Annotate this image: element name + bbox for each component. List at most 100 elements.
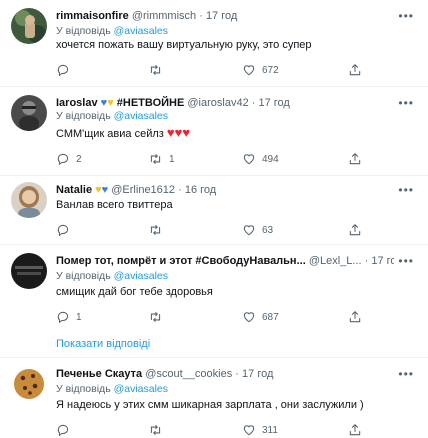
- avatar[interactable]: [11, 182, 47, 218]
- tweet-text: СММ'щик авиа сейлз: [56, 128, 164, 140]
- heart-emoji: ♥♥♥: [166, 125, 191, 140]
- show-replies-link[interactable]: Показати відповіді: [56, 337, 150, 351]
- share-icon: [348, 63, 362, 77]
- reply-to-handle[interactable]: @aviasales: [114, 110, 168, 122]
- like-button[interactable]: 494: [242, 151, 279, 167]
- avatar[interactable]: [11, 366, 47, 402]
- like-button[interactable]: 63: [242, 222, 273, 238]
- reply-context: У відповідь @aviasales: [56, 110, 169, 122]
- reply-to-handle[interactable]: @aviasales: [114, 270, 168, 282]
- like-icon: [242, 63, 256, 77]
- reply-to-handle[interactable]: @aviasales: [114, 383, 168, 395]
- reply-icon: [56, 63, 70, 77]
- yellow-heart-emoji: ♥: [107, 97, 114, 109]
- timestamp[interactable]: 17 год: [242, 368, 273, 380]
- reply-icon: [56, 223, 70, 237]
- like-icon: [242, 223, 256, 237]
- tweet-text: Я надеюсь у этих смм шикарная зарплата ,…: [56, 399, 364, 411]
- like-icon: [242, 310, 256, 324]
- timestamp[interactable]: 17 год: [258, 97, 289, 109]
- reply-button[interactable]: [56, 222, 76, 238]
- like-icon: [242, 423, 256, 437]
- tweet-actions: 2 1 494: [56, 151, 366, 167]
- more-icon[interactable]: •••: [398, 253, 414, 269]
- reply-context: У відповідь @aviasales: [56, 270, 169, 282]
- avatar[interactable]: [11, 95, 47, 131]
- reply-icon: [56, 423, 70, 437]
- like-icon: [242, 152, 256, 166]
- share-button[interactable]: [348, 222, 362, 238]
- reply-context: У відповідь @aviasales: [56, 25, 169, 37]
- retweet-button[interactable]: 1: [148, 151, 175, 167]
- timestamp[interactable]: 17 год: [371, 255, 394, 267]
- like-button[interactable]: 672: [242, 62, 279, 78]
- reply-context: У відповідь @aviasales: [56, 383, 169, 395]
- reply-icon: [56, 310, 70, 324]
- avatar[interactable]: [11, 253, 47, 289]
- tweet-actions: 311: [56, 422, 366, 438]
- retweet-button[interactable]: [148, 62, 169, 78]
- like-button[interactable]: 687: [242, 309, 279, 325]
- tweet-lexl[interactable]: Помер тот, помрёт и этот #СвободуНавальн…: [0, 245, 428, 355]
- retweet-button[interactable]: [148, 422, 169, 438]
- timestamp[interactable]: 17 год: [206, 10, 237, 22]
- share-icon: [348, 223, 362, 237]
- tweet-iaroslav[interactable]: Iaroslav ♥♥ #НЕТВОЙНЕ @iaroslav42 · 17 г…: [0, 87, 428, 177]
- author-handle[interactable]: @rimmmisch: [132, 10, 196, 22]
- retweet-icon: [148, 423, 163, 437]
- tweet-text: Ванлав всего твиттера: [56, 199, 173, 211]
- like-count: 687: [262, 311, 279, 323]
- retweet-button[interactable]: [148, 222, 169, 238]
- tweet-text: хочется пожать вашу виртуальную руку, эт…: [56, 39, 312, 51]
- reply-button[interactable]: 1: [56, 309, 82, 325]
- reply-to-handle[interactable]: @aviasales: [114, 25, 168, 37]
- tweet-natalie[interactable]: Natalie ♥♥ @Erline1612 · 16 год ••• Ванл…: [0, 176, 428, 246]
- author-name[interactable]: rimmaisonfire: [56, 10, 129, 22]
- reply-button[interactable]: 2: [56, 151, 82, 167]
- share-button[interactable]: [348, 62, 362, 78]
- author-handle[interactable]: @iaroslav42: [187, 97, 248, 109]
- tweet-scout-cookies[interactable]: Печенье Скаута @scout__cookies · 17 год …: [0, 358, 428, 437]
- like-count: 63: [262, 224, 274, 236]
- like-button[interactable]: 311: [242, 422, 278, 438]
- retweet-icon: [148, 223, 163, 237]
- tweet-text-row: СММ'щик авиа сейлз ♥♥♥: [56, 125, 414, 142]
- tweet-actions: 1 687: [56, 309, 366, 325]
- reply-button[interactable]: [56, 62, 76, 78]
- share-icon: [348, 310, 362, 324]
- retweet-count: 1: [169, 153, 175, 165]
- share-button[interactable]: [348, 422, 362, 438]
- reply-count: 1: [76, 311, 82, 323]
- more-icon[interactable]: •••: [398, 366, 414, 382]
- timestamp[interactable]: 16 год: [185, 184, 216, 196]
- author-name[interactable]: Печенье Скаута: [56, 368, 142, 380]
- author-handle[interactable]: @Lexl_L...: [309, 255, 362, 267]
- author-name[interactable]: Natalie: [56, 184, 92, 196]
- like-count: 311: [262, 424, 278, 436]
- reply-icon: [56, 152, 70, 166]
- reply-button[interactable]: [56, 422, 76, 438]
- author-handle[interactable]: @scout__cookies: [145, 368, 232, 380]
- retweet-button[interactable]: [148, 309, 169, 325]
- share-button[interactable]: [348, 151, 362, 167]
- author-name-tag[interactable]: #НЕТВОЙНЕ: [117, 97, 185, 109]
- share-icon: [348, 152, 362, 166]
- tweet-rimmaisonfire[interactable]: rimmaisonfire @rimmmisch · 17 год ••• У …: [0, 0, 428, 86]
- tweet-actions: 63: [56, 222, 366, 238]
- author-handle[interactable]: @Erline1612: [111, 184, 175, 196]
- more-icon[interactable]: •••: [398, 95, 414, 111]
- author-name[interactable]: Помер тот, помрёт и этот #СвободуНавальн…: [56, 255, 306, 267]
- reply-count: 2: [76, 153, 82, 165]
- like-count: 494: [262, 153, 279, 165]
- avatar[interactable]: [11, 8, 47, 44]
- tweet-actions: 672: [56, 62, 366, 78]
- more-icon[interactable]: •••: [398, 182, 414, 198]
- tweet-text: смищик дай бог тебе здоровья: [56, 286, 213, 298]
- retweet-icon: [148, 152, 163, 166]
- more-icon[interactable]: •••: [398, 8, 414, 24]
- share-icon: [348, 423, 362, 437]
- retweet-icon: [148, 310, 163, 324]
- blue-heart-emoji: ♥: [101, 184, 109, 196]
- share-button[interactable]: [348, 309, 362, 325]
- author-name[interactable]: Iaroslav: [56, 97, 98, 109]
